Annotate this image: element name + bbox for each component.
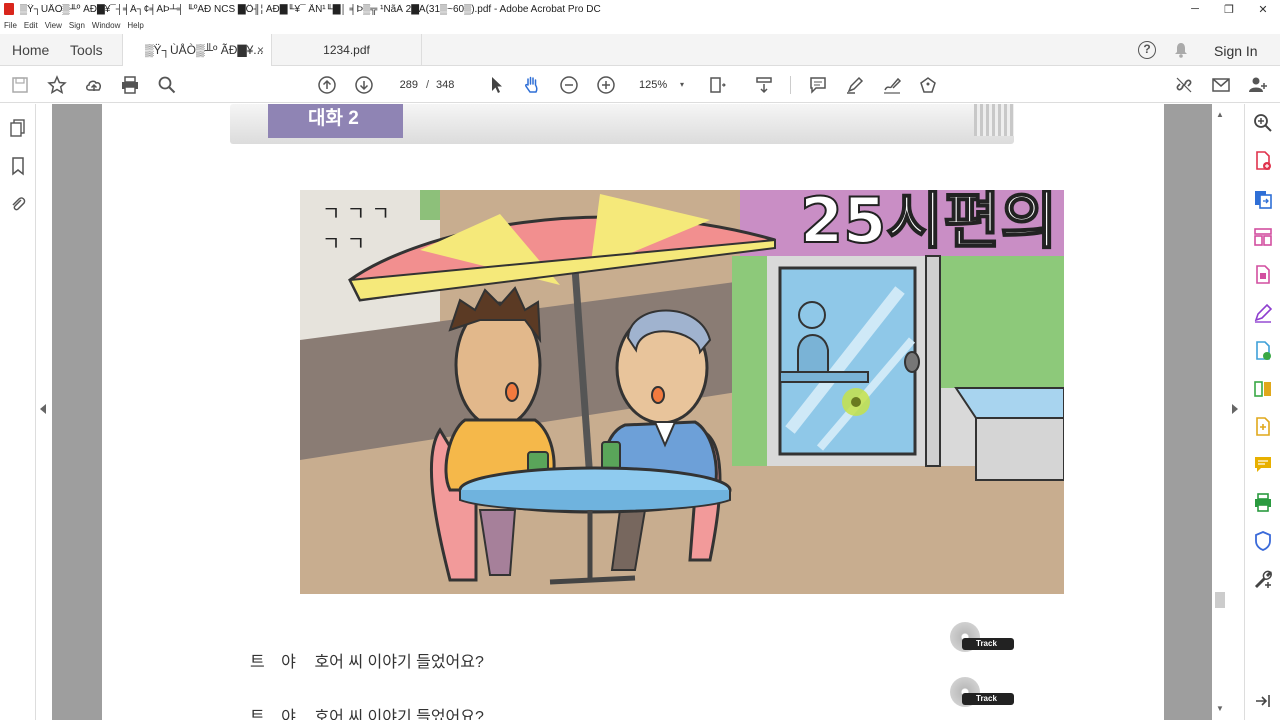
dialogue-speaker: 트 야 <box>250 709 302 720</box>
create-pdf-icon[interactable] <box>1252 150 1274 172</box>
vertical-scrollbar[interactable]: ▲ ▼ <box>1212 104 1228 720</box>
page-thumbnails-icon[interactable] <box>8 118 28 138</box>
scrollbar-thumb[interactable] <box>1215 592 1225 608</box>
search-icon[interactable] <box>155 73 179 97</box>
svg-text:ㄱ ㄱ: ㄱ ㄱ <box>322 231 365 255</box>
upload-cloud-icon[interactable] <box>82 73 106 97</box>
comment-tool-icon[interactable] <box>1252 454 1274 476</box>
zoom-level-select[interactable]: 125% ▾ <box>630 75 688 95</box>
organize-pages-icon[interactable] <box>1252 226 1274 248</box>
share-link-icon[interactable] <box>1172 73 1196 97</box>
title-bar: ▒Ÿ┐ÙÅÒ▒╨º ÃÐ▇¥¯┤╡Â┐¢╡ÃÞ┴╡ ╙ºÃÐ NCS ▇Ö╢¦ … <box>0 0 1280 18</box>
send-for-signature-icon[interactable] <box>1252 340 1274 362</box>
dialogue-text: 호어 씨 이야기 들었어요? <box>314 654 484 671</box>
page-total: 348 <box>436 79 455 91</box>
window-title: ▒Ÿ┐ÙÅÒ▒╨º ÃÐ▇¥¯┤╡Â┐¢╡ÃÞ┴╡ ╙ºÃÐ NCS ▇Ö╢¦ … <box>20 3 601 15</box>
track-label: Track <box>962 638 1014 650</box>
toolbar-divider <box>790 76 791 94</box>
compare-files-icon[interactable] <box>1252 378 1274 400</box>
toolbar: 289 / 348 125% ▾ <box>0 66 1280 103</box>
section-label: 대화 2 <box>268 104 403 138</box>
scroll-up-arrow-icon[interactable]: ▲ <box>1216 110 1224 119</box>
add-user-icon[interactable] <box>1246 73 1270 97</box>
pdf-page: 대화 2 ㄱ ㄱ ㄱ ㄱ ㄱ 25시편의 트 야 호어 씨 이야기 들었어요? … <box>102 104 1164 720</box>
notification-bell-icon[interactable] <box>1174 42 1188 58</box>
zoom-out-icon[interactable] <box>557 73 581 97</box>
page-number-input[interactable]: 289 <box>388 75 418 95</box>
document-viewport[interactable]: 대화 2 ㄱ ㄱ ㄱ ㄱ ㄱ 25시편의 트 야 호어 씨 이야기 들었어요? … <box>52 104 1212 720</box>
stamp-tag-icon[interactable] <box>916 73 940 97</box>
audio-track-button[interactable]: Track <box>950 677 1014 707</box>
select-cursor-icon[interactable] <box>484 73 508 97</box>
edit-pdf-icon[interactable] <box>1252 264 1274 286</box>
svg-text:ㄱ ㄱ ㄱ: ㄱ ㄱ ㄱ <box>322 201 390 225</box>
enhance-scan-magnifier-icon[interactable] <box>1252 112 1274 134</box>
chevron-down-icon: ▾ <box>679 80 684 89</box>
print-production-icon[interactable] <box>1252 492 1274 514</box>
menu-bar: File Edit View Sign Window Help <box>0 19 151 31</box>
zoom-level-value: 125% <box>639 79 668 91</box>
page-fit-icon[interactable] <box>705 73 729 97</box>
bookmark-star-icon[interactable] <box>45 73 69 97</box>
dialogue-speaker: 트 야 <box>250 654 302 671</box>
ribbon-spring-decoration <box>974 104 1014 136</box>
bookmarks-icon[interactable] <box>8 156 28 176</box>
menu-edit[interactable]: Edit <box>24 21 38 30</box>
attachments-paperclip-icon[interactable] <box>8 194 28 214</box>
help-icon[interactable]: ? <box>1138 41 1156 59</box>
cafe-scene-illustration: ㄱ ㄱ ㄱ ㄱ ㄱ 25시편의 <box>300 190 1064 594</box>
protect-shield-icon[interactable] <box>1252 530 1274 552</box>
menu-view[interactable]: View <box>45 21 62 30</box>
minimize-button[interactable]: ─ <box>1178 0 1212 18</box>
left-navigation-panel <box>0 104 36 720</box>
collapse-tools-panel-icon[interactable] <box>1252 690 1274 712</box>
audio-track-button[interactable]: Track <box>950 622 1014 652</box>
track-label: Track <box>962 693 1014 705</box>
tab-document-1234[interactable]: 1234.pdf <box>272 34 422 66</box>
more-tools-wrench-icon[interactable] <box>1252 568 1274 590</box>
scroll-mode-icon[interactable] <box>752 73 776 97</box>
comment-icon[interactable] <box>806 73 830 97</box>
tab-document-active-label: ▒Ÿ┐ÙÅÒ▒╨º ÃÐ▇¥... <box>145 43 264 57</box>
email-icon[interactable] <box>1209 73 1233 97</box>
store-sign-text: 25시편의 <box>800 190 1057 257</box>
next-page-icon[interactable] <box>352 73 376 97</box>
zoom-in-icon[interactable] <box>594 73 618 97</box>
tab-home[interactable]: Home <box>12 34 49 66</box>
close-window-button[interactable]: ✕ <box>1246 0 1280 18</box>
hand-tool-icon[interactable] <box>520 73 544 97</box>
tab-close-button[interactable]: × <box>257 34 264 66</box>
sign-pen-icon[interactable] <box>880 73 904 97</box>
sign-in-button[interactable]: Sign In <box>1214 34 1258 66</box>
menu-file[interactable]: File <box>4 21 17 30</box>
tab-bar: Home Tools ▒Ÿ┐ÙÅÒ▒╨º ÃÐ▇¥... × 1234.pdf … <box>0 34 1280 66</box>
highlight-pen-icon[interactable] <box>843 73 867 97</box>
menu-window[interactable]: Window <box>92 21 120 30</box>
tab-document-active[interactable]: ▒Ÿ┐ÙÅÒ▒╨º ÃÐ▇¥... × <box>122 34 272 66</box>
combine-files-icon[interactable] <box>1252 416 1274 438</box>
right-tools-panel <box>1244 104 1280 720</box>
dialogue-text: 호어 씨 이야기 들었어요? <box>314 709 484 720</box>
window-controls: ─ ❐ ✕ <box>1178 0 1280 18</box>
menu-sign[interactable]: Sign <box>69 21 85 30</box>
scroll-down-arrow-icon[interactable]: ▼ <box>1216 704 1224 713</box>
save-icon[interactable] <box>8 73 32 97</box>
previous-page-icon[interactable] <box>315 73 339 97</box>
export-pdf-icon[interactable] <box>1252 188 1274 210</box>
acrobat-app-icon <box>4 3 14 15</box>
fill-and-sign-icon[interactable] <box>1252 302 1274 324</box>
page-separator: / <box>426 79 430 91</box>
dialogue-line: 트 야 호어 씨 이야기 들었어요? <box>250 703 484 720</box>
collapse-right-panel-icon[interactable] <box>1232 404 1238 414</box>
menu-help[interactable]: Help <box>127 21 143 30</box>
restore-button[interactable]: ❐ <box>1212 0 1246 18</box>
tab-tools[interactable]: Tools <box>70 34 103 66</box>
dialogue-line: 트 야 호어 씨 이야기 들었어요? <box>250 648 484 672</box>
collapse-left-panel-icon[interactable] <box>40 404 46 414</box>
print-icon[interactable] <box>118 73 142 97</box>
